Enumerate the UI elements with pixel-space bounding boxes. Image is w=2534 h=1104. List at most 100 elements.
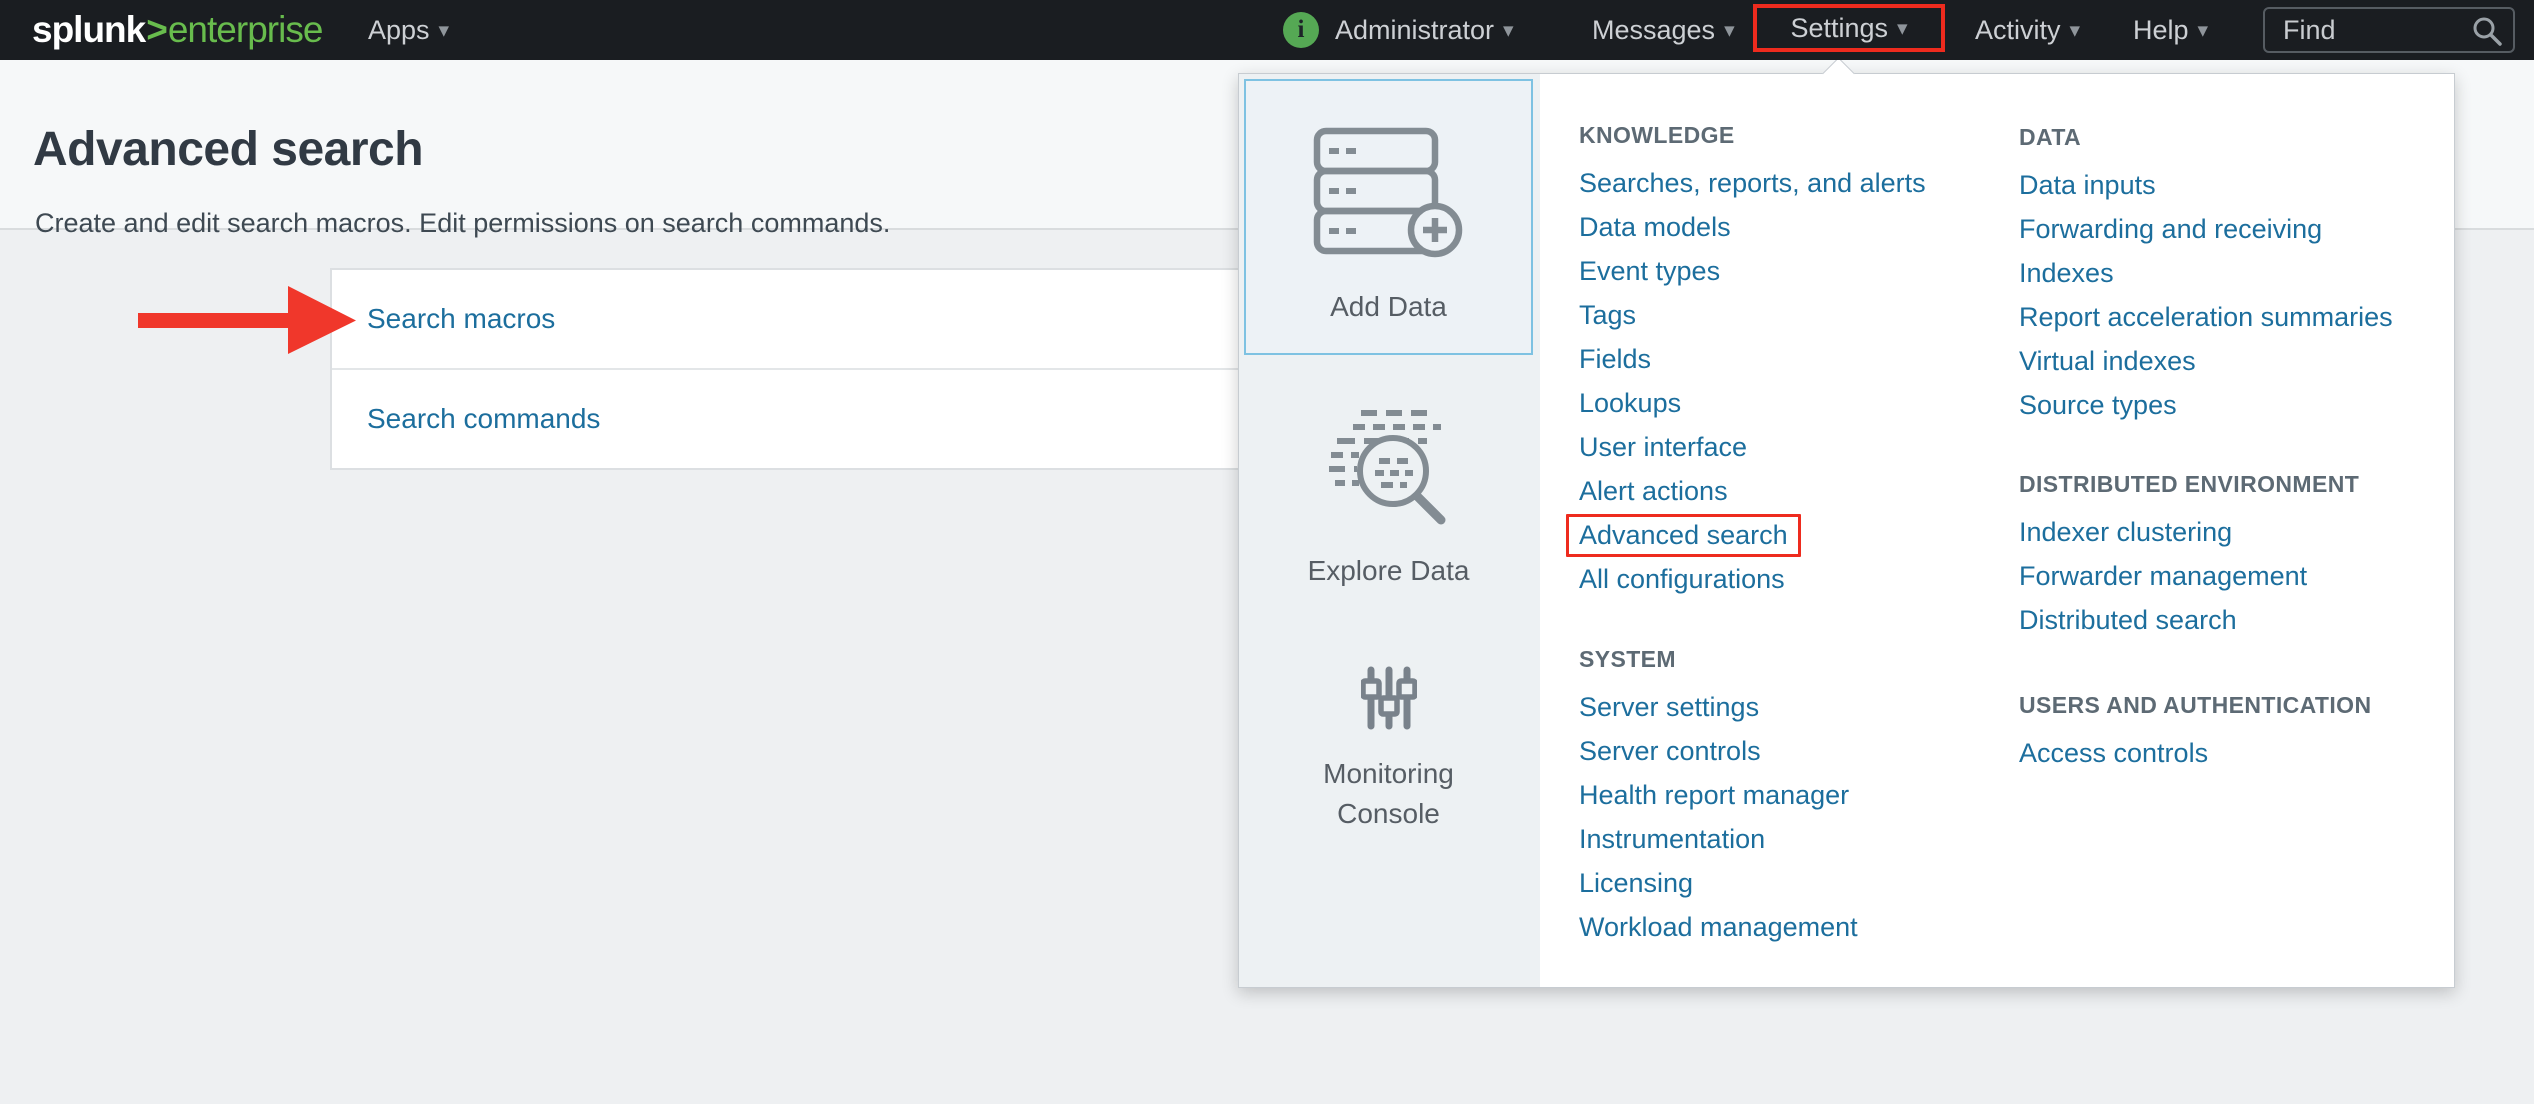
section-system-items: Server settings Server controls Health rep…	[1579, 685, 2011, 949]
menu-item-health-report-manager[interactable]: Health report manager	[1579, 780, 1849, 810]
tile-explore-data[interactable]: Explore Data	[1244, 407, 1533, 587]
logo-enterprise-text: enterprise	[168, 9, 323, 51]
logo-splunk-text: splunk	[32, 9, 145, 51]
page-subtitle: Create and edit search macros. Edit perm…	[35, 208, 890, 239]
menu-item-data-inputs[interactable]: Data inputs	[2019, 170, 2156, 200]
dropdown-column-knowledge-system: KNOWLEDGE Searches, reports, and alerts D…	[1579, 113, 2011, 949]
section-data-items: Data inputs Forwarding and receiving Index…	[2019, 163, 2449, 427]
menu-item-row: Searches, reports, and alerts	[1579, 161, 2011, 205]
tile-explore-data-label: Explore Data	[1308, 555, 1470, 587]
menu-item-row: Report acceleration summaries	[2019, 295, 2449, 339]
menu-item-forwarder-management[interactable]: Forwarder management	[2019, 561, 2307, 591]
logo-gt-mark: >	[146, 9, 167, 51]
tile-monitoring-console-label: Monitoring Console	[1274, 754, 1504, 834]
annotation-box-settings: Settings	[1753, 4, 1945, 52]
menu-item-indexes[interactable]: Indexes	[2019, 258, 2114, 288]
menu-item-forwarding-and-receiving[interactable]: Forwarding and receiving	[2019, 214, 2322, 244]
dropdown-column-data-env-users: DATA Data inputs Forwarding and receiving…	[2019, 115, 2449, 775]
menu-item-row: Event types	[1579, 249, 2011, 293]
search-macros-link[interactable]: Search macros	[367, 303, 555, 335]
settings-dropdown: Add Data Explore	[1238, 73, 2455, 988]
menu-item-distributed-search[interactable]: Distributed search	[2019, 605, 2237, 635]
nav-activity-label: Activity	[1975, 15, 2061, 46]
menu-item-row: Forwarder management	[2019, 554, 2449, 598]
section-knowledge: KNOWLEDGE Searches, reports, and alerts D…	[1579, 113, 2011, 601]
menu-item-user-interface[interactable]: User interface	[1579, 432, 1747, 462]
find-search	[2263, 7, 2515, 53]
menu-item-access-controls[interactable]: Access controls	[2019, 738, 2208, 768]
menu-item-fields[interactable]: Fields	[1579, 344, 1651, 374]
menu-item-row: Server settings	[1579, 685, 2011, 729]
nav-help-label: Help	[2133, 15, 2189, 46]
menu-item-virtual-indexes[interactable]: Virtual indexes	[2019, 346, 2196, 376]
menu-item-licensing[interactable]: Licensing	[1579, 868, 1693, 898]
menu-item-row: Fields	[1579, 337, 2011, 381]
menu-item-instrumentation[interactable]: Instrumentation	[1579, 824, 1765, 854]
section-users-authentication-items: Access controls	[2019, 731, 2449, 775]
menu-item-workload-management[interactable]: Workload management	[1579, 912, 1858, 942]
nav-administrator-label: Administrator	[1335, 15, 1494, 46]
menu-item-row: Server controls	[1579, 729, 2011, 773]
monitoring-console-icon	[1361, 666, 1417, 730]
nav-settings-menu[interactable]: Settings	[1790, 8, 1907, 48]
nav-messages-menu[interactable]: Messages	[1592, 0, 1735, 60]
nav-apps-menu[interactable]: Apps	[368, 0, 449, 60]
search-icon[interactable]	[2471, 15, 2503, 52]
menu-item-row: Indexer clustering	[2019, 510, 2449, 554]
info-icon[interactable]	[1283, 12, 1319, 48]
menu-item-row: Access controls	[2019, 731, 2449, 775]
menu-item-server-controls[interactable]: Server controls	[1579, 736, 1761, 766]
menu-item-row: Virtual indexes	[2019, 339, 2449, 383]
annotation-arrow	[138, 284, 356, 356]
page-title: Advanced search	[33, 122, 423, 177]
menu-item-event-types[interactable]: Event types	[1579, 256, 1720, 286]
menu-item-all-configurations[interactable]: All configurations	[1579, 564, 1785, 594]
section-system: SYSTEM Server settings Server controls Hea…	[1579, 637, 2011, 949]
nav-activity-menu[interactable]: Activity	[1975, 0, 2080, 60]
tile-add-data-label: Add Data	[1330, 291, 1447, 323]
search-commands-link[interactable]: Search commands	[367, 403, 600, 435]
section-distributed-environment-header: DISTRIBUTED ENVIRONMENT	[2019, 462, 2449, 506]
menu-item-server-settings[interactable]: Server settings	[1579, 692, 1759, 722]
section-system-header: SYSTEM	[1579, 637, 2011, 681]
menu-item-row: Data inputs	[2019, 163, 2449, 207]
menu-item-row: All configurations	[1579, 557, 2011, 601]
menu-item-advanced-search[interactable]: Advanced search	[1566, 514, 1801, 557]
top-nav-bar: splunk>enterprise Apps Administrator Mes…	[0, 0, 2534, 60]
menu-item-report-acceleration-summaries[interactable]: Report acceleration summaries	[2019, 302, 2393, 332]
menu-item-lookups[interactable]: Lookups	[1579, 388, 1681, 418]
menu-item-alert-actions[interactable]: Alert actions	[1579, 476, 1728, 506]
menu-item-source-types[interactable]: Source types	[2019, 390, 2177, 420]
menu-item-data-models[interactable]: Data models	[1579, 212, 1731, 242]
section-data: DATA Data inputs Forwarding and receiving…	[2019, 115, 2449, 427]
section-users-authentication-header: USERS AND AUTHENTICATION	[2019, 683, 2449, 727]
tile-monitoring-console[interactable]: Monitoring Console	[1244, 666, 1533, 834]
menu-item-row: Distributed search	[2019, 598, 2449, 642]
nav-messages-label: Messages	[1592, 15, 1715, 46]
section-knowledge-items: Searches, reports, and alerts Data models…	[1579, 161, 2011, 601]
menu-item-row: Tags	[1579, 293, 2011, 337]
nav-apps-label: Apps	[368, 15, 430, 46]
add-data-icon	[1313, 127, 1465, 259]
splunk-logo: splunk>enterprise	[32, 0, 322, 60]
menu-item-searches-reports-and-alerts[interactable]: Searches, reports, and alerts	[1579, 168, 1926, 198]
menu-item-row: Source types	[2019, 383, 2449, 427]
menu-item-indexer-clustering[interactable]: Indexer clustering	[2019, 517, 2232, 547]
menu-item-row: Licensing	[1579, 861, 2011, 905]
nav-help-menu[interactable]: Help	[2133, 0, 2208, 60]
menu-item-row: Indexes	[2019, 251, 2449, 295]
menu-item-row: Data models	[1579, 205, 2011, 249]
section-knowledge-header: KNOWLEDGE	[1579, 113, 2011, 157]
section-distributed-environment: DISTRIBUTED ENVIRONMENT Indexer clusteri…	[2019, 462, 2449, 642]
menu-item-row: Alert actions	[1579, 469, 2011, 513]
section-distributed-environment-items: Indexer clustering Forwarder management Di…	[2019, 510, 2449, 642]
menu-item-row: Lookups	[1579, 381, 2011, 425]
tile-add-data[interactable]: Add Data	[1244, 79, 1533, 355]
menu-item-row: Workload management	[1579, 905, 2011, 949]
menu-item-tags[interactable]: Tags	[1579, 300, 1636, 330]
menu-item-row: User interface	[1579, 425, 2011, 469]
section-data-header: DATA	[2019, 115, 2449, 159]
nav-administrator-menu[interactable]: Administrator	[1335, 0, 1514, 60]
menu-item-row-highlighted: Advanced search	[1579, 513, 2011, 557]
menu-item-row: Instrumentation	[1579, 817, 2011, 861]
